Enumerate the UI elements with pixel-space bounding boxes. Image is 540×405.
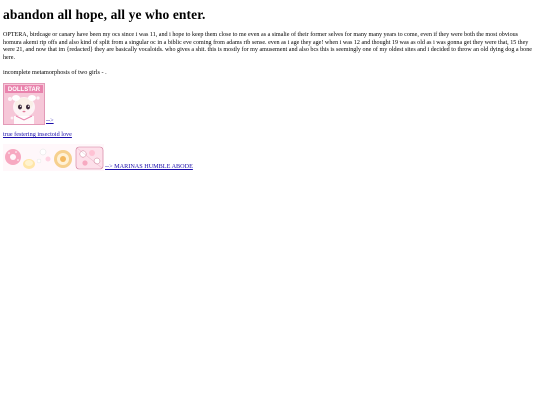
doll-illustration: DOLLSTAR [4, 84, 44, 125]
page-content: abandon all hope, all ye who enter. OPTE… [3, 6, 537, 172]
dollstar-link[interactable]: --> [46, 117, 54, 125]
banner-row-1: DOLLSTAR --> [3, 81, 537, 126]
intro-paragraph: OPTERA, birdcage or canary have been my … [3, 32, 532, 61]
sweets-illustration [3, 144, 104, 172]
section-subtitle: incomplete metamorphosis of two girls - … [3, 69, 107, 77]
festering-love-link[interactable]: true festering insectoid love [3, 131, 537, 139]
banner-row-2: --> MARINAS HUMBLE ABODE [3, 143, 537, 172]
dollstar-logo-text: DOLLSTAR [8, 88, 41, 94]
page-title: abandon all hope, all ye who enter. [3, 7, 206, 22]
dollstar-banner-image[interactable]: DOLLSTAR [3, 83, 45, 126]
sweets-banner-image[interactable] [3, 144, 104, 172]
marinas-abode-link[interactable]: --> MARINAS HUMBLE ABODE [105, 163, 193, 171]
